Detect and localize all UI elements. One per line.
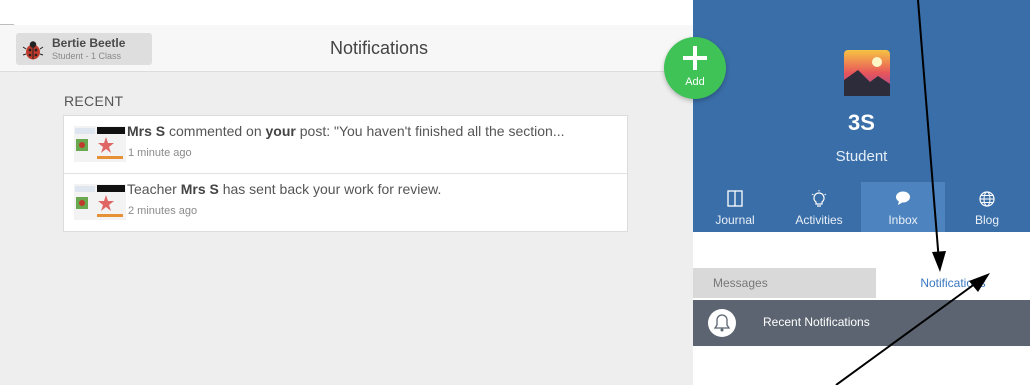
notification-item[interactable]: Teacher Mrs S has sent back your work fo… <box>64 174 627 231</box>
add-button-label: Add <box>685 76 705 88</box>
nav-label: Inbox <box>888 213 918 227</box>
pane-header: Bertie Beetle Student - 1 Class Notifica… <box>0 25 693 72</box>
nav-label: Blog <box>974 213 1000 227</box>
nav-blog[interactable]: Blog <box>945 182 1029 232</box>
user-switcher[interactable]: Bertie Beetle Student - 1 Class <box>16 33 152 65</box>
nav-label: Activities <box>795 213 843 227</box>
tab-messages[interactable]: Messages <box>693 268 876 298</box>
notification-time: 2 minutes ago <box>128 205 198 217</box>
class-role: Student <box>835 148 888 165</box>
notification-item[interactable]: Mrs S commented on your post: "You haven… <box>64 116 627 174</box>
notification-text: Mrs S commented on your post: "You haven… <box>127 123 565 139</box>
notification-text: Teacher Mrs S has sent back your work fo… <box>127 181 442 197</box>
recent-notifications-row[interactable]: Recent Notifications <box>693 300 1030 346</box>
ladybug-avatar-icon <box>22 41 44 60</box>
post-thumbnail-icon <box>74 126 126 162</box>
bell-icon <box>708 309 736 337</box>
plus-icon <box>683 46 707 70</box>
recent-notifications-label: Recent Notifications <box>763 315 870 329</box>
profile-header: 3S Student <box>693 0 1030 182</box>
nav-activities[interactable]: Activities <box>777 182 861 232</box>
nav-journal[interactable]: Journal <box>693 182 777 232</box>
notification-time: 1 minute ago <box>128 147 192 159</box>
notification-list: Mrs S commented on your post: "You haven… <box>63 115 628 232</box>
inbox-subtabs: Messages Notifications <box>693 268 1030 298</box>
chat-bubble-icon <box>896 191 910 205</box>
nav-label: Journal <box>715 213 755 227</box>
add-button[interactable]: Add <box>664 37 726 99</box>
tab-notifications[interactable]: Notifications <box>876 268 1030 298</box>
lightbulb-icon <box>811 190 827 207</box>
class-name: 3S <box>848 110 875 135</box>
globe-icon <box>979 191 995 207</box>
recent-section-label: RECENT <box>64 93 124 109</box>
user-role: Student - 1 Class <box>52 51 122 61</box>
student-sidebar: 3S Student Journal Activities Inbox Blog… <box>693 0 1030 385</box>
book-icon <box>727 190 743 207</box>
landscape-image-icon <box>844 50 890 96</box>
user-name: Bertie Beetle <box>52 36 126 50</box>
notifications-pane: Bertie Beetle Student - 1 Class Notifica… <box>0 25 693 385</box>
nav-inbox[interactable]: Inbox <box>861 182 945 232</box>
page-title: Notifications <box>330 38 429 58</box>
post-thumbnail-icon <box>74 184 126 220</box>
sidebar-nav: Journal Activities Inbox Blog <box>693 182 1030 232</box>
